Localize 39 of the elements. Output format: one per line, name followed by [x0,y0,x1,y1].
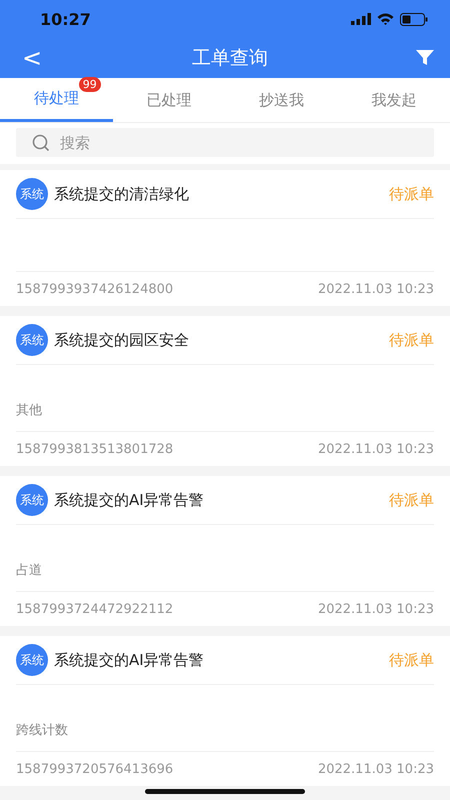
order-card[interactable]: 系统 系统提交的AI异常告警 待派单 占道 1587993724472922112 2022.11.03 10:23 [0,476,450,626]
search-field[interactable]: 搜索 [16,128,434,157]
order-time: 2022.11.03 10:23 [318,442,434,456]
order-title: 系统提交的AI异常告警 [54,650,205,670]
order-time: 2022.11.03 10:23 [318,602,434,616]
order-card[interactable]: 系统 系统提交的AI异常告警 待派单 跨线计数 1587993720576413696 2022.11.03 10:23 [0,636,450,786]
order-time: 2022.11.03 10:23 [318,762,434,776]
order-status: 待派单 [389,490,434,510]
order-card[interactable]: 系统 系统提交的园区安全 待派单 其他 1587993813513801728 2022.11.03 10:23 [0,316,450,466]
order-note: 其他 [16,402,42,420]
order-number: 1587993813513801728 [16,442,174,456]
order-title: 系统提交的园区安全 [54,330,190,350]
order-status: 待派单 [389,184,434,204]
order-note: 跨线计数 [16,722,68,740]
order-card[interactable]: 系统 系统提交的清洁绿化 待派单 1587993937426124800 2022.11.03 10:23 [0,170,450,306]
order-title: 系统提交的AI异常告警 [54,490,205,510]
filter-icon[interactable] [414,48,436,68]
avatar: 系统 [16,324,48,356]
count-badge: 99 [78,77,101,92]
avatar: 系统 [16,178,48,210]
battery-icon [400,12,428,26]
wifi-icon [377,13,394,25]
tab[interactable]: 抄送我 [225,78,338,122]
order-number: 1587993720576413696 [16,762,174,776]
order-number: 1587993937426124800 [16,282,174,296]
status-time: 10:27 [40,10,91,28]
order-note: 占道 [16,562,42,580]
order-status: 待派单 [389,650,434,670]
order-status: 待派单 [389,330,434,350]
order-number: 1587993724472922112 [16,602,174,616]
order-title: 系统提交的清洁绿化 [54,184,190,204]
tab[interactable]: 我发起 [338,78,450,122]
avatar: 系统 [16,644,48,676]
page-title: 工单查询 [192,46,268,71]
avatar: 系统 [16,484,48,516]
back-button[interactable]: < [18,44,46,72]
signal-icon [351,13,371,25]
order-time: 2022.11.03 10:23 [318,282,434,296]
tab[interactable]: 已处理 [112,78,225,122]
